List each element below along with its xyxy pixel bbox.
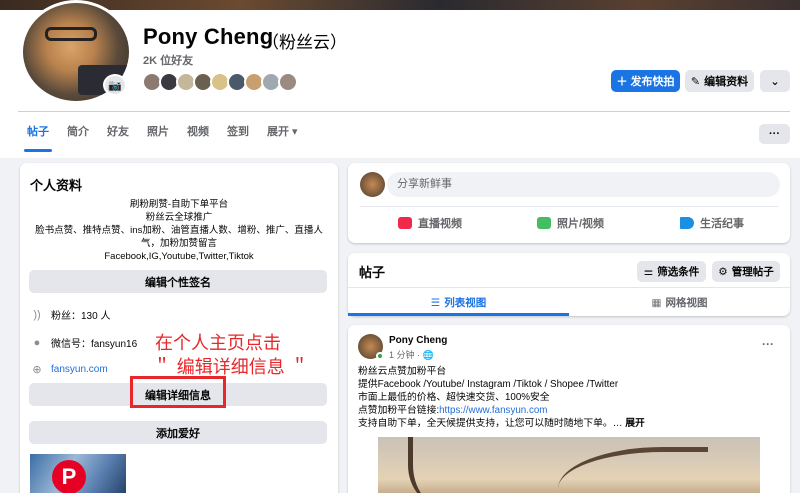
live-video-button[interactable]: 直播视频 xyxy=(398,215,462,231)
tab-checkins[interactable]: 签到 xyxy=(218,112,258,152)
photo-icon xyxy=(537,217,551,229)
featured-photo[interactable]: P xyxy=(30,454,126,493)
video-camera-icon xyxy=(398,217,412,229)
post-link-prefix: 点赞加粉平台链接: xyxy=(358,405,440,416)
post-link[interactable]: https://www.fansyun.com xyxy=(439,405,547,416)
tab-list-view[interactable]: ☰ 列表视图 xyxy=(348,289,569,316)
chevron-down-icon[interactable]: ⌄ xyxy=(760,70,790,92)
friend-avatars[interactable] xyxy=(142,72,298,92)
post-text-line: 支持自助下单，全天候提供支持，让您可以随时随地下单。… 展开 xyxy=(358,417,645,430)
list-view-label: 列表视图 xyxy=(444,297,487,309)
avatar-glasses xyxy=(45,27,97,41)
grid-view-label: 网格视图 xyxy=(665,297,708,309)
pinterest-logo-icon: P xyxy=(52,460,86,493)
friends-count[interactable]: 2K 位好友 xyxy=(143,52,193,68)
more-options-icon[interactable]: ··· xyxy=(759,124,790,144)
bio-line: 粉丝云全球推广 xyxy=(145,212,213,223)
edit-profile-label: 编辑资料 xyxy=(704,76,749,88)
composer-input[interactable]: 分享新鲜事 xyxy=(387,172,780,197)
online-status-icon xyxy=(376,352,384,360)
bio-line: 刷粉刷赞-自助下单平台 xyxy=(129,199,229,210)
gear-icon: ⚙ xyxy=(718,265,728,278)
composer-divider xyxy=(360,206,778,207)
bio-text: 刷粉刷赞-自助下单平台 粉丝云全球推广 脸书点赞、推特点赞、ins加粉、油管直播… xyxy=(26,198,332,263)
wechat-row: ● 微信号：fansyun16 xyxy=(30,335,138,351)
tab-videos[interactable]: 视频 xyxy=(178,112,218,152)
post-text-line: 市面上最低的价格、超快速交货、100%安全 xyxy=(358,392,550,403)
globe-icon: ⊕ xyxy=(32,364,42,376)
tab-grid-view[interactable]: ▦ 网格视图 xyxy=(569,289,790,316)
intro-title: 个人资料 xyxy=(30,178,83,193)
see-more-link[interactable]: 展开 xyxy=(625,418,645,429)
branch-shape xyxy=(408,437,468,493)
flag-icon xyxy=(680,217,694,229)
grid-icon: ▦ xyxy=(651,296,662,309)
post-image[interactable] xyxy=(378,437,760,493)
life-event-label: 生活纪事 xyxy=(700,218,744,230)
website-link[interactable]: fansyun.com xyxy=(51,364,108,375)
manage-posts-button[interactable]: ⚙ 管理帖子 xyxy=(712,261,780,282)
post-text-line: 点赞加粉平台链接:https://www.fansyun.com xyxy=(358,404,547,417)
avatar[interactable] xyxy=(360,172,385,197)
post-options-icon[interactable]: ··· xyxy=(762,337,774,351)
bio-line: 脸书点赞、推特点赞、ins加粉、油管直播人数、增粉、推广、直播人 xyxy=(35,225,323,236)
tab-about[interactable]: 简介 xyxy=(58,112,98,152)
live-video-label: 直播视频 xyxy=(418,218,462,230)
post-author[interactable]: Pony Cheng xyxy=(389,335,447,346)
wechat-text: 微信号：fansyun16 xyxy=(51,339,138,350)
edit-bio-button[interactable]: 编辑个性签名 xyxy=(29,270,327,293)
camera-icon[interactable]: 📷 xyxy=(103,74,127,96)
post-timestamp[interactable]: 1 分钟 · 🌐 xyxy=(389,348,434,361)
branch-shape xyxy=(558,447,708,493)
profile-tabs: 帖子 简介 好友 照片 视频 签到 展开 ▾ xyxy=(18,112,307,152)
sliders-icon: ⚌ xyxy=(643,265,654,278)
edit-profile-button[interactable]: ✎ 编辑资料 xyxy=(685,70,754,92)
tab-photos[interactable]: 照片 xyxy=(138,112,178,152)
chat-icon: ● xyxy=(33,336,41,349)
posts-header-card: 帖子 ⚌ 筛选条件 ⚙ 管理帖子 ☰ 列表视图 ▦ 网格视图 xyxy=(348,253,790,316)
followers-text: 粉丝：130 人 xyxy=(51,311,111,322)
bio-line: 气，加粉加赞留言 xyxy=(140,238,217,249)
filter-label: 筛选条件 xyxy=(657,266,700,278)
tab-posts[interactable]: 帖子 xyxy=(18,112,58,152)
tab-more[interactable]: 展开 ▾ xyxy=(258,112,307,152)
post-text-line: 粉丝云点赞加粉平台 xyxy=(358,366,447,377)
profile-name: Pony Cheng xyxy=(143,24,274,49)
filter-button[interactable]: ⚌ 筛选条件 xyxy=(637,261,706,282)
posts-title: 帖子 xyxy=(359,265,386,280)
pencil-icon: ✎ xyxy=(690,75,701,88)
add-hobbies-button[interactable]: 添加爱好 xyxy=(29,421,327,444)
tab-friends[interactable]: 好友 xyxy=(98,112,138,152)
post-card: Pony Cheng 1 分钟 · 🌐 ··· 粉丝云点赞加粉平台 提供Face… xyxy=(348,325,790,493)
life-event-button[interactable]: 生活纪事 xyxy=(680,215,744,231)
annotation-highlight-box xyxy=(130,376,226,408)
post-text-line: 提供Facebook /Youtube/ Instagram /Tiktok /… xyxy=(358,379,619,390)
post-text-tail: 支持自助下单，全天候提供支持，让您可以随时随地下单。… xyxy=(358,418,623,429)
list-icon: ☰ xyxy=(430,296,441,309)
profile-alternate-name: （粉丝云） xyxy=(262,33,347,52)
add-story-button[interactable]: ＋ 发布快拍 xyxy=(611,70,680,92)
annotation-line-1: 在个人主页点击 xyxy=(155,333,281,354)
manage-posts-label: 管理帖子 xyxy=(731,266,774,278)
website-row: ⊕ fansyun.com xyxy=(30,363,108,376)
friend-avatar[interactable] xyxy=(278,72,298,92)
cover-photo[interactable] xyxy=(0,0,800,10)
posts-divider xyxy=(348,287,790,288)
followers-row: )) 粉丝：130 人 xyxy=(30,307,111,323)
photo-video-button[interactable]: 照片/视频 xyxy=(537,215,604,231)
photo-video-label: 照片/视频 xyxy=(557,218,605,230)
bio-line: Facebook,IG,Youtube,Twitter,Tiktok xyxy=(104,251,254,262)
intro-card: 个人资料 刷粉刷赞-自助下单平台 粉丝云全球推广 脸书点赞、推特点赞、ins加粉… xyxy=(20,163,338,493)
post-composer: 分享新鲜事 直播视频 照片/视频 生活纪事 xyxy=(348,163,790,243)
rss-icon: )) xyxy=(33,308,41,321)
